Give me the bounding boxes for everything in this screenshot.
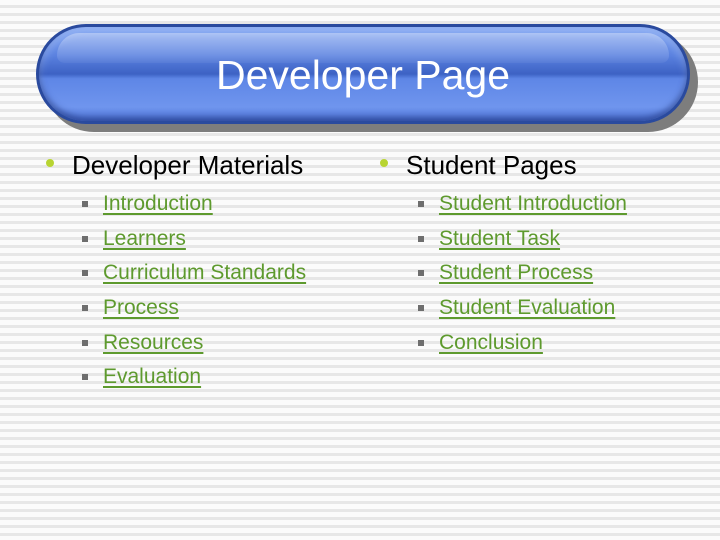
list-item: Student Evaluation [378,291,627,326]
list-item: Student Process [378,256,627,291]
link-student-evaluation[interactable]: Student Evaluation [439,296,615,320]
square-bullet-icon [82,374,88,381]
list-item: Student Task [378,222,627,257]
square-bullet-icon [82,305,88,312]
square-bullet-icon [418,305,424,312]
square-bullet-icon [82,235,88,242]
page-title: Developer Page [215,51,511,98]
list-item: Student Introduction [378,187,627,222]
round-bullet-icon [46,159,54,167]
square-bullet-icon [418,201,424,208]
link-process[interactable]: Process [103,296,179,320]
title-banner: Developer Page [36,24,690,124]
developer-links-list: Introduction Learners Curriculum Standar… [44,187,306,395]
link-conclusion[interactable]: Conclusion [439,331,543,355]
link-curriculum-standards[interactable]: Curriculum Standards [103,261,306,285]
link-learners[interactable]: Learners [103,227,186,251]
square-bullet-icon [82,270,88,277]
square-bullet-icon [418,235,424,242]
link-student-introduction[interactable]: Student Introduction [439,192,627,216]
section-heading-text: Student Pages [406,149,577,180]
square-bullet-icon [418,270,424,277]
link-student-process[interactable]: Student Process [439,261,593,285]
list-item: Process [44,291,306,326]
list-item: Learners [44,222,306,257]
section-heading-text: Developer Materials [72,149,304,180]
section-heading: Developer Materials [44,145,306,185]
developer-materials-section: Developer Materials Introduction Learner… [44,145,306,395]
round-bullet-icon [380,159,388,167]
link-evaluation[interactable]: Evaluation [103,365,201,389]
student-pages-section: Student Pages Student Introduction Stude… [378,145,627,360]
list-item: Curriculum Standards [44,256,306,291]
link-student-task[interactable]: Student Task [439,227,560,251]
square-bullet-icon [82,339,88,346]
square-bullet-icon [418,339,424,346]
section-heading: Student Pages [378,145,627,185]
square-bullet-icon [82,201,88,208]
list-item: Introduction [44,187,306,222]
list-item: Resources [44,325,306,360]
link-introduction[interactable]: Introduction [103,192,213,216]
list-item: Conclusion [378,325,627,360]
link-resources[interactable]: Resources [103,331,203,355]
list-item: Evaluation [44,360,306,395]
student-links-list: Student Introduction Student Task Studen… [378,187,627,360]
